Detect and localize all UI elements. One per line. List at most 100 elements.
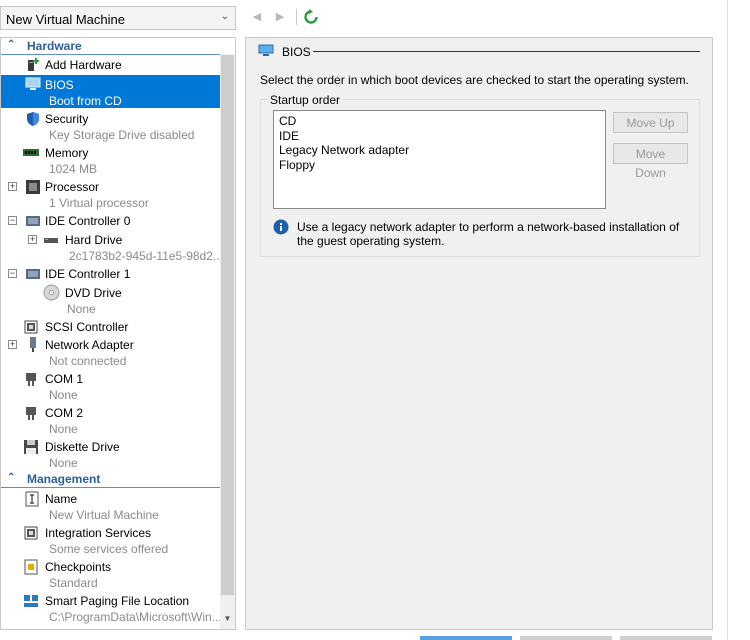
sidebar-item-sublabel: 1024 MB bbox=[49, 162, 98, 176]
list-item[interactable]: Floppy bbox=[279, 158, 315, 172]
bios-monitor-icon bbox=[258, 44, 274, 57]
move-up-button[interactable]: Move Up bbox=[613, 112, 688, 133]
sidebar-item-label: Memory bbox=[45, 146, 89, 160]
scroll-down-arrow-icon[interactable]: ▼ bbox=[222, 614, 233, 626]
sidebar-item-checkpoints[interactable]: Checkpoints Standard bbox=[1, 558, 220, 590]
sidebar-item-processor[interactable]: + Processor 1 Virtual processor bbox=[1, 178, 220, 210]
list-item[interactable]: CD bbox=[279, 114, 296, 128]
hardware-section-header[interactable]: ⌃ Hardware bbox=[1, 38, 220, 55]
add-hardware-icon bbox=[25, 57, 41, 73]
startup-order-label: Startup order bbox=[268, 93, 343, 107]
sidebar-item-label: Name bbox=[45, 492, 78, 506]
sidebar-item-com-1[interactable]: COM 1 None bbox=[1, 370, 220, 402]
sidebar-item-label: DVD Drive bbox=[65, 286, 122, 300]
boot-order-list[interactable]: CD IDE Legacy Network adapter Floppy bbox=[273, 110, 606, 209]
sidebar-item-sublabel: C:\ProgramData\Microsoft\Win... bbox=[49, 610, 222, 624]
info-message: Use a legacy network adapter to perform … bbox=[297, 220, 680, 248]
sidebar-item-smart-paging[interactable]: Smart Paging File Location C:\ProgramDat… bbox=[1, 592, 222, 624]
hard-drive-icon bbox=[43, 234, 59, 250]
cancel-button-edge[interactable] bbox=[520, 636, 612, 640]
sidebar-item-label: Smart Paging File Location bbox=[45, 594, 190, 608]
sidebar-item-ide-controller-0[interactable]: − IDE Controller 0 bbox=[1, 212, 220, 229]
sidebar-item-ide-controller-1[interactable]: − IDE Controller 1 bbox=[1, 265, 220, 282]
management-heading: Management bbox=[27, 472, 101, 486]
collapse-chevron-icon[interactable]: ⌃ bbox=[7, 39, 15, 50]
sidebar-item-label: Checkpoints bbox=[45, 560, 112, 574]
diskette-icon bbox=[23, 439, 39, 455]
sidebar-item-add-hardware[interactable]: Add Hardware bbox=[1, 56, 220, 73]
sidebar-item-sublabel: None bbox=[49, 388, 78, 402]
ok-button-edge[interactable] bbox=[420, 636, 512, 640]
sidebar-item-sublabel: Standard bbox=[49, 576, 98, 590]
collapse-minus-icon[interactable]: − bbox=[8, 269, 17, 278]
chevron-down-icon: ⌄ bbox=[220, 11, 229, 22]
sidebar-item-label: COM 2 bbox=[45, 406, 84, 420]
sidebar-scrollbar-thumb[interactable] bbox=[221, 55, 234, 595]
sidebar-item-bios[interactable]: BIOS Boot from CD bbox=[1, 75, 220, 108]
bios-section-title: BIOS bbox=[282, 45, 311, 59]
com-port-icon bbox=[23, 405, 39, 421]
toolbar-separator bbox=[296, 9, 297, 25]
forward-arrow-icon[interactable]: ▶ bbox=[273, 10, 287, 24]
shield-icon bbox=[25, 111, 41, 127]
settings-tree-panel: ⌃ Hardware Add Hardware BIOS Boot from C… bbox=[0, 37, 236, 630]
sidebar-item-diskette-drive[interactable]: Diskette Drive None bbox=[1, 438, 220, 470]
hardware-heading: Hardware bbox=[27, 39, 82, 53]
collapse-chevron-icon[interactable]: ⌃ bbox=[7, 472, 15, 483]
vm-selector-value: New Virtual Machine bbox=[6, 12, 125, 27]
list-item[interactable]: IDE bbox=[279, 129, 299, 143]
sidebar-item-name[interactable]: Name New Virtual Machine bbox=[1, 490, 220, 522]
expand-plus-icon[interactable]: + bbox=[8, 340, 17, 349]
window-edge bbox=[727, 0, 728, 640]
sidebar-item-label: BIOS bbox=[45, 78, 74, 92]
com-port-icon bbox=[23, 371, 39, 387]
section-divider bbox=[313, 51, 700, 52]
checkpoints-icon bbox=[23, 559, 39, 575]
sidebar-item-memory[interactable]: Memory 1024 MB bbox=[1, 144, 220, 176]
info-icon bbox=[273, 219, 289, 235]
bios-description: Select the order in which boot devices a… bbox=[260, 73, 689, 87]
sidebar-item-label: Add Hardware bbox=[45, 58, 122, 72]
sidebar-item-network-adapter[interactable]: + Network Adapter Not connected bbox=[1, 336, 220, 368]
sidebar-item-sublabel: None bbox=[49, 456, 78, 470]
collapse-minus-icon[interactable]: − bbox=[8, 216, 17, 225]
sidebar-item-sublabel: Some services offered bbox=[49, 542, 169, 556]
sidebar-item-com-2[interactable]: COM 2 None bbox=[1, 404, 220, 436]
back-arrow-icon[interactable]: ◀ bbox=[250, 10, 264, 24]
expand-plus-icon[interactable]: + bbox=[8, 182, 17, 191]
sidebar-item-label: Processor bbox=[45, 180, 100, 194]
sidebar-item-dvd-drive[interactable]: DVD Drive None bbox=[1, 284, 220, 316]
scsi-icon bbox=[23, 319, 39, 335]
management-section-header[interactable]: ⌃ Management bbox=[1, 471, 220, 488]
bios-icon bbox=[25, 77, 41, 93]
sidebar-item-sublabel: New Virtual Machine bbox=[49, 508, 159, 522]
sidebar-item-label: IDE Controller 0 bbox=[45, 214, 131, 228]
dvd-icon bbox=[43, 284, 60, 301]
sidebar-item-sublabel: Key Storage Drive disabled bbox=[49, 128, 195, 142]
sidebar-item-sublabel: None bbox=[67, 302, 96, 316]
refresh-icon[interactable] bbox=[302, 8, 320, 26]
sidebar-item-integration-services[interactable]: Integration Services Some services offer… bbox=[1, 524, 220, 556]
processor-icon bbox=[25, 179, 41, 195]
sidebar-item-label: Security bbox=[45, 112, 89, 126]
vm-selector-dropdown[interactable]: New Virtual Machine ⌄ bbox=[0, 6, 236, 30]
move-down-button[interactable]: Move Down bbox=[613, 143, 688, 180]
paging-icon bbox=[23, 593, 39, 609]
list-item[interactable]: Legacy Network adapter bbox=[279, 143, 409, 157]
controller-icon bbox=[25, 266, 41, 282]
sidebar-item-sublabel: 2c1783b2-945d-11e5-98d2... bbox=[69, 249, 223, 263]
sidebar-item-sublabel: None bbox=[49, 422, 78, 436]
sidebar-item-scsi-controller[interactable]: SCSI Controller bbox=[1, 318, 220, 335]
expand-plus-icon[interactable]: + bbox=[28, 235, 37, 244]
sidebar-item-label: IDE Controller 1 bbox=[45, 267, 131, 281]
sidebar-item-hard-drive[interactable]: + Hard Drive 2c1783b2-945d-11e5-98d2... bbox=[1, 231, 223, 263]
network-icon bbox=[25, 336, 41, 352]
controller-icon bbox=[25, 213, 41, 229]
apply-button-edge[interactable] bbox=[620, 636, 712, 640]
sidebar-item-sublabel: Boot from CD bbox=[49, 94, 122, 108]
sidebar-item-label: SCSI Controller bbox=[45, 320, 129, 334]
sidebar-item-label: Integration Services bbox=[45, 526, 152, 540]
sidebar-item-label: COM 1 bbox=[45, 372, 84, 386]
sidebar-item-security[interactable]: Security Key Storage Drive disabled bbox=[1, 110, 220, 142]
integration-icon bbox=[23, 525, 39, 541]
